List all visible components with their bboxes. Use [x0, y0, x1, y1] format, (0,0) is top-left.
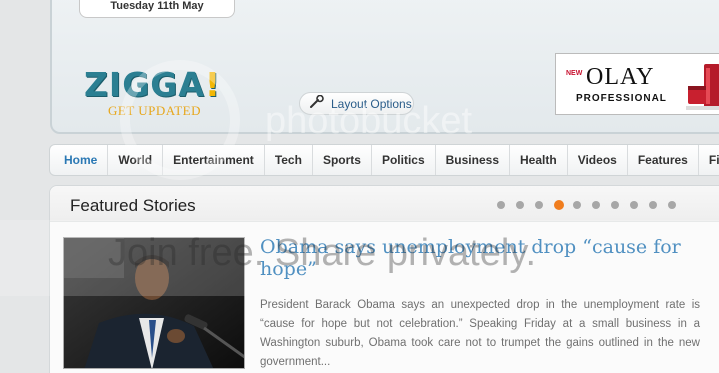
nav-item-home[interactable]: Home	[50, 145, 109, 175]
nav-item-politics[interactable]: Politics	[372, 145, 436, 175]
nav-item-features[interactable]: Features	[628, 145, 699, 175]
slider-dot[interactable]	[573, 201, 581, 209]
slider-dot[interactable]	[592, 201, 600, 209]
featured-title: Featured Stories	[70, 196, 196, 215]
slider-dot[interactable]	[554, 200, 564, 210]
nav-item-fina[interactable]: Fina	[699, 145, 719, 175]
watermark-tagline: Join free. Share privately.	[108, 232, 537, 274]
slider-dot[interactable]	[611, 201, 619, 209]
slider-dot[interactable]	[497, 201, 505, 209]
product-jars-icon	[686, 64, 719, 110]
nav-item-tech[interactable]: Tech	[265, 145, 313, 175]
ad-subtitle: PROFESSIONAL	[576, 93, 667, 104]
date-display: Tuesday 11th May	[79, 0, 235, 18]
ad-brand: OLAY	[586, 64, 655, 90]
nav-item-sports[interactable]: Sports	[313, 145, 372, 175]
slider-dot[interactable]	[516, 201, 524, 209]
slider-dot[interactable]	[668, 201, 676, 209]
olay-ad-banner[interactable]: NEW OLAY PROFESSIONAL	[555, 53, 719, 115]
nav-item-health[interactable]: Health	[510, 145, 568, 175]
ad-badge: NEW	[566, 70, 583, 77]
slider-dot[interactable]	[649, 201, 657, 209]
watermark-logo: photobucket	[265, 100, 473, 142]
nav-item-videos[interactable]: Videos	[568, 145, 628, 175]
watermark-circle	[120, 60, 240, 180]
slider-dot[interactable]	[630, 201, 638, 209]
slider-dot[interactable]	[535, 201, 543, 209]
story-summary: President Barack Obama says an unexpecte…	[260, 299, 700, 368]
nav-item-business[interactable]: Business	[436, 145, 510, 175]
